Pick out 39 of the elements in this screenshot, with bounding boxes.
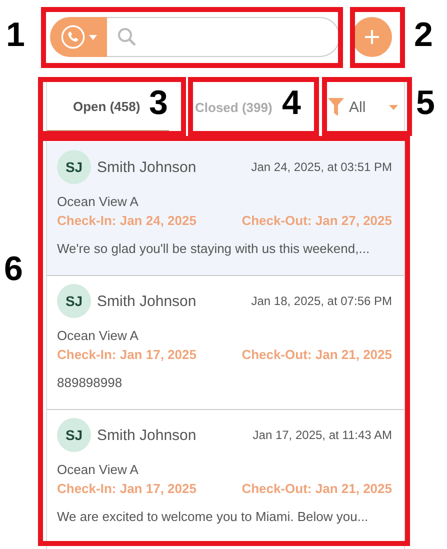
property-name: Ocean View A bbox=[57, 462, 140, 477]
annotation-number: 6 bbox=[4, 252, 23, 286]
guest-name: Smith Johnson bbox=[97, 426, 196, 444]
check-out-date: Check-Out: Jan 21, 2025 bbox=[242, 481, 392, 496]
timestamp: Jan 17, 2025, at 11:43 AM bbox=[252, 428, 392, 442]
search-icon bbox=[117, 27, 137, 47]
check-in-date: Check-In: Jan 24, 2025 bbox=[57, 213, 196, 228]
check-in-date: Check-In: Jan 17, 2025 bbox=[57, 481, 196, 496]
channel-dropdown[interactable] bbox=[50, 17, 107, 57]
annotation-number: 3 bbox=[149, 86, 168, 120]
property-name: Ocean View A bbox=[57, 328, 140, 343]
phone-icon bbox=[60, 24, 86, 50]
caret-icon bbox=[389, 104, 398, 110]
conversation-item[interactable]: SJ Smith Johnson Jan 24, 2025, at 03:51 PM Ocean View A Check-In: Jan 24, 2025 Check-Out: Jan 27, 2025 We're so glad you'll be staying with us this weekend,... bbox=[47, 142, 404, 276]
message-preview: We are excited to welcome you to Miami. Below you... bbox=[57, 509, 370, 524]
check-in-date: Check-In: Jan 17, 2025 bbox=[57, 347, 196, 362]
annotation-frame bbox=[350, 7, 405, 68]
plus-icon bbox=[363, 28, 381, 46]
avatar: SJ bbox=[57, 284, 91, 318]
timestamp: Jan 18, 2025, at 07:56 PM bbox=[251, 294, 392, 308]
check-out-date: Check-Out: Jan 21, 2025 bbox=[242, 347, 392, 362]
check-out-date: Check-Out: Jan 27, 2025 bbox=[242, 213, 392, 228]
caret-icon bbox=[89, 34, 97, 40]
annotation-number: 1 bbox=[6, 18, 25, 52]
search-field[interactable] bbox=[107, 17, 340, 57]
property-name: Ocean View A bbox=[57, 194, 140, 209]
guest-name: Smith Johnson bbox=[97, 292, 196, 310]
funnel-icon bbox=[328, 98, 344, 116]
message-preview: 889898998 bbox=[57, 375, 124, 390]
avatar: SJ bbox=[57, 418, 91, 452]
filter-dropdown[interactable]: All bbox=[328, 82, 398, 132]
add-button[interactable] bbox=[352, 17, 392, 57]
annotation-number: 5 bbox=[416, 86, 435, 120]
timestamp: Jan 24, 2025, at 03:51 PM bbox=[251, 160, 392, 174]
avatar: SJ bbox=[57, 150, 91, 184]
annotation-number: 4 bbox=[282, 86, 301, 120]
annotation-number: 2 bbox=[414, 18, 433, 52]
message-preview: We're so glad you'll be staying with us this weekend,... bbox=[57, 241, 371, 256]
guest-name: Smith Johnson bbox=[97, 158, 196, 176]
